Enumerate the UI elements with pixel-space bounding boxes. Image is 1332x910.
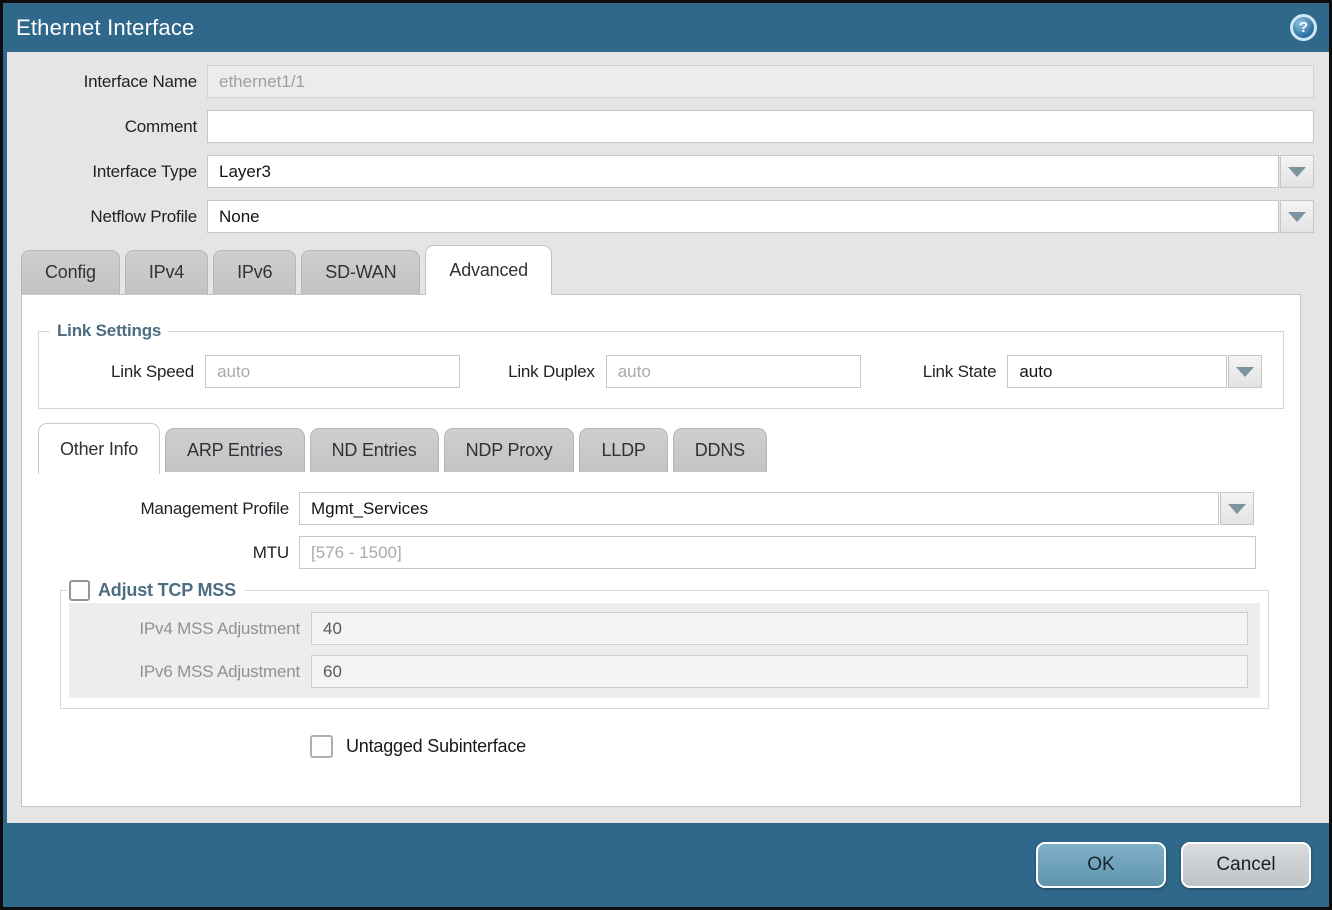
dialog-footer: OK Cancel	[3, 823, 1329, 907]
tab-ipv6[interactable]: IPv6	[213, 250, 296, 294]
management-profile-select[interactable]	[299, 492, 1219, 525]
subtab-ndp-proxy[interactable]: NDP Proxy	[444, 428, 575, 472]
netflow-profile-label: Netflow Profile	[21, 207, 207, 227]
sub-tab-bar: Other Info ARP Entries ND Entries NDP Pr…	[38, 423, 1300, 472]
interface-type-dropdown-button[interactable]	[1280, 155, 1314, 188]
subtab-arp-entries[interactable]: ARP Entries	[165, 428, 305, 472]
ipv4-mss-input	[311, 612, 1248, 645]
mtu-label: MTU	[22, 543, 299, 563]
adjust-tcp-mss-legend: Adjust TCP MSS	[67, 580, 244, 601]
tab-advanced[interactable]: Advanced	[425, 245, 551, 295]
management-profile-label: Management Profile	[22, 499, 299, 519]
netflow-profile-row: Netflow Profile	[21, 200, 1314, 233]
adjust-tcp-mss-title: Adjust TCP MSS	[98, 580, 236, 601]
comment-input[interactable]	[207, 110, 1314, 143]
link-speed-input[interactable]	[205, 355, 460, 388]
ok-button[interactable]: OK	[1036, 842, 1166, 888]
untagged-subinterface-label: Untagged Subinterface	[346, 736, 526, 757]
chevron-down-icon	[1236, 367, 1254, 377]
main-tab-bar: Config IPv4 IPv6 SD-WAN Advanced	[21, 245, 1314, 294]
management-profile-row: Management Profile	[22, 492, 1300, 525]
link-settings-legend: Link Settings	[50, 321, 168, 341]
comment-row: Comment	[21, 110, 1314, 143]
subtab-other-info[interactable]: Other Info	[38, 423, 160, 474]
comment-label: Comment	[21, 117, 207, 137]
ipv6-mss-label: IPv6 MSS Adjustment	[69, 662, 311, 682]
other-info-panel: Management Profile MTU	[22, 472, 1300, 758]
subtab-nd-entries[interactable]: ND Entries	[310, 428, 439, 472]
tab-config[interactable]: Config	[21, 250, 120, 294]
link-duplex-input[interactable]	[606, 355, 861, 388]
mtu-input[interactable]	[299, 536, 1256, 569]
interface-name-label: Interface Name	[21, 72, 207, 92]
management-profile-dropdown-button[interactable]	[1220, 492, 1254, 525]
cancel-button[interactable]: Cancel	[1181, 842, 1311, 888]
ipv6-mss-input	[311, 655, 1248, 688]
tab-ipv4[interactable]: IPv4	[125, 250, 208, 294]
ipv4-mss-label: IPv4 MSS Adjustment	[69, 619, 311, 639]
mtu-row: MTU	[22, 536, 1300, 569]
tab-sdwan[interactable]: SD-WAN	[301, 250, 420, 294]
title-bar: Ethernet Interface ?	[3, 3, 1329, 52]
interface-name-input	[207, 65, 1314, 98]
chevron-down-icon	[1288, 212, 1306, 222]
link-settings-row: Link Speed Link Duplex Link State	[39, 351, 1283, 388]
link-state-dropdown-button[interactable]	[1228, 355, 1262, 388]
advanced-tab-panel: Link Settings Link Speed Link Duplex Lin…	[21, 294, 1301, 807]
interface-type-row: Interface Type	[21, 155, 1314, 188]
interface-type-label: Interface Type	[21, 162, 207, 182]
interface-name-row: Interface Name	[21, 65, 1314, 98]
ipv4-mss-row: IPv4 MSS Adjustment	[69, 612, 1248, 645]
help-icon[interactable]: ?	[1290, 14, 1317, 41]
dialog-title: Ethernet Interface	[16, 15, 194, 41]
interface-type-select[interactable]	[207, 155, 1279, 188]
chevron-down-icon	[1288, 167, 1306, 177]
chevron-down-icon	[1228, 504, 1246, 514]
ipv6-mss-row: IPv6 MSS Adjustment	[69, 655, 1248, 688]
link-state-select[interactable]	[1007, 355, 1227, 388]
netflow-profile-select[interactable]	[207, 200, 1279, 233]
adjust-tcp-mss-fieldset: Adjust TCP MSS IPv4 MSS Adjustment IPv6 …	[60, 580, 1269, 709]
adjust-tcp-mss-checkbox[interactable]	[69, 580, 90, 601]
subtab-ddns[interactable]: DDNS	[673, 428, 767, 472]
untagged-subinterface-checkbox[interactable]	[310, 735, 333, 758]
link-settings-fieldset: Link Settings Link Speed Link Duplex Lin…	[38, 321, 1284, 409]
ethernet-interface-dialog: Ethernet Interface ? Interface Name Comm…	[0, 0, 1332, 910]
form-area: Interface Name Comment Interface Type Ne…	[3, 52, 1329, 823]
link-duplex-label: Link Duplex	[508, 362, 606, 382]
subtab-lldp[interactable]: LLDP	[579, 428, 667, 472]
untagged-subinterface-row: Untagged Subinterface	[310, 735, 1300, 758]
mss-fields-container: IPv4 MSS Adjustment IPv6 MSS Adjustment	[69, 603, 1260, 698]
link-state-label: Link State	[923, 362, 1008, 382]
netflow-profile-dropdown-button[interactable]	[1280, 200, 1314, 233]
link-speed-label: Link Speed	[111, 362, 205, 382]
